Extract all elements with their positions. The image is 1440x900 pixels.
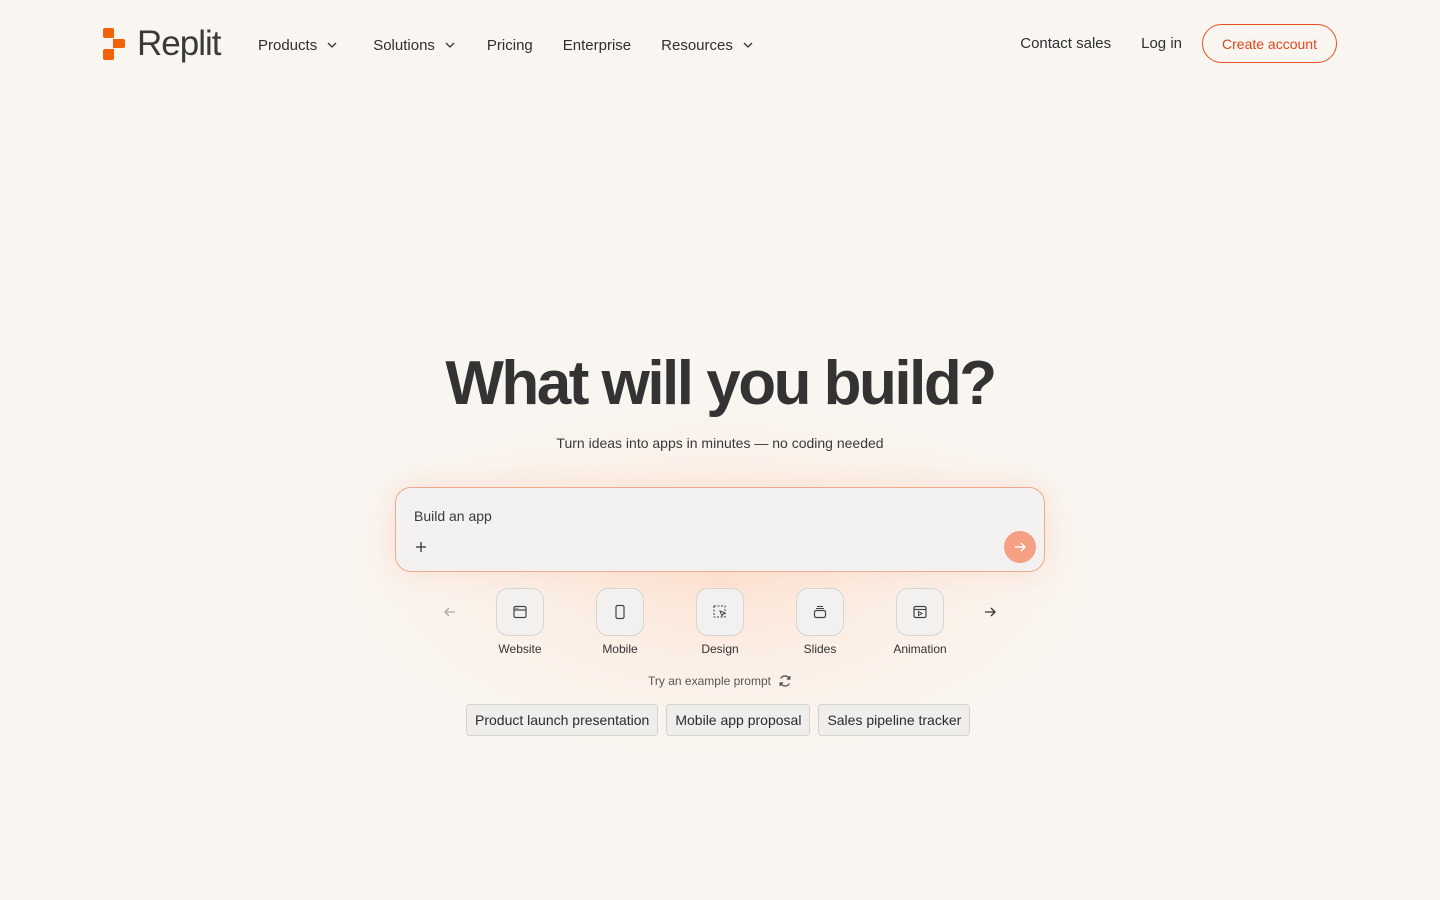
cursor-select-icon	[713, 605, 727, 618]
example-chip[interactable]: Sales pipeline tracker	[818, 704, 971, 736]
category-icon-box	[596, 588, 644, 636]
replit-logo[interactable]: Replit	[102, 23, 221, 63]
category-icon-box	[896, 588, 944, 636]
video-window-icon	[913, 605, 927, 619]
example-prompt-row: Try an example prompt	[0, 674, 1440, 688]
category-icon-box	[496, 588, 544, 636]
nav-pricing[interactable]: Pricing	[487, 37, 533, 54]
attach-button[interactable]	[412, 538, 430, 556]
prompt-input[interactable]	[414, 506, 974, 526]
example-prompt-label: Try an example prompt	[648, 674, 771, 688]
contact-sales-link[interactable]: Contact sales	[1020, 35, 1111, 52]
category-carousel: Website Mobile Design Slides Animation	[440, 588, 1000, 658]
arrow-right-icon	[1015, 542, 1026, 552]
header-actions: Contact sales Log in Create account	[1020, 24, 1337, 63]
carousel-next-button[interactable]	[978, 600, 1002, 624]
category-label: Animation	[893, 642, 947, 656]
nav-label: Resources	[661, 36, 733, 54]
category-label: Slides	[803, 642, 837, 656]
nav-products[interactable]: Products	[258, 37, 339, 54]
category-design[interactable]: Design	[680, 588, 760, 656]
example-chip[interactable]: Product launch presentation	[466, 704, 659, 736]
nav-resources[interactable]: Resources	[661, 37, 755, 54]
nav-label: Pricing	[486, 36, 533, 54]
category-label: Design	[701, 642, 739, 656]
arrow-right-icon	[985, 607, 996, 617]
example-chips: Product launch presentation Mobile app p…	[466, 704, 971, 736]
hero-title: What will you build?	[445, 349, 997, 418]
log-in-link[interactable]: Log in	[1141, 35, 1182, 52]
chevron-down-icon	[743, 42, 753, 48]
chevron-down-icon	[445, 42, 455, 48]
logo-text: Replit	[137, 23, 221, 63]
category-label: Website	[498, 642, 542, 656]
category-icon-box	[796, 588, 844, 636]
category-website[interactable]: Website	[480, 588, 560, 656]
browser-window-icon	[513, 605, 527, 619]
nav-enterprise[interactable]: Enterprise	[563, 37, 631, 54]
hero-subtitle: Turn ideas into apps in minutes — no cod…	[556, 435, 884, 451]
site-header: Replit Products Solutions Pricing Enterp…	[0, 0, 1440, 88]
replit-logo-icon	[103, 27, 125, 60]
category-mobile[interactable]: Mobile	[580, 588, 660, 656]
plus-icon	[416, 542, 426, 552]
refresh-icon[interactable]	[778, 674, 792, 688]
category-icon-box	[696, 588, 744, 636]
slides-stack-icon	[813, 605, 827, 619]
arrow-left-icon	[444, 607, 455, 617]
main-nav: Products Solutions Pricing Enterprise Re…	[258, 32, 785, 58]
send-button[interactable]	[1004, 531, 1036, 563]
carousel-prev-button[interactable]	[438, 600, 462, 624]
chevron-down-icon	[327, 42, 337, 48]
nav-solutions[interactable]: Solutions	[373, 37, 457, 54]
create-account-button[interactable]: Create account	[1202, 24, 1337, 63]
category-animation[interactable]: Animation	[880, 588, 960, 656]
category-label: Mobile	[602, 642, 638, 656]
phone-icon	[615, 604, 625, 620]
category-slides[interactable]: Slides	[780, 588, 860, 656]
nav-label: Enterprise	[562, 36, 632, 54]
example-chip[interactable]: Mobile app proposal	[666, 704, 811, 736]
prompt-box	[395, 487, 1045, 572]
nav-label: Products	[258, 36, 318, 54]
nav-label: Solutions	[373, 36, 435, 54]
